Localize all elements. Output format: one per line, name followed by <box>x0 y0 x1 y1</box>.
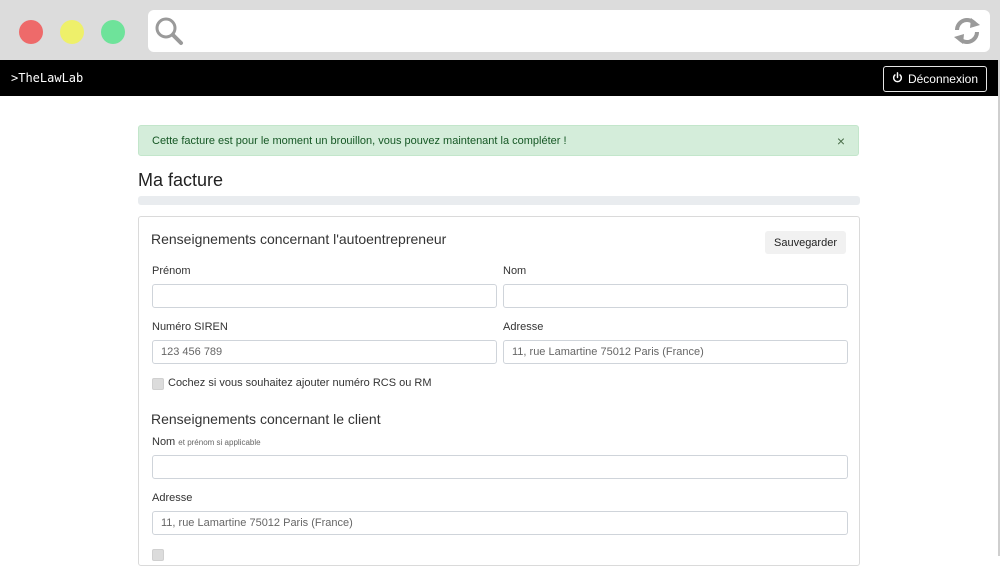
siren-label: Numéro SIREN <box>152 321 228 333</box>
top-navbar: >TheLawLab Déconnexion <box>0 60 998 96</box>
page-title: Ma facture <box>138 170 224 190</box>
client-nom-input[interactable] <box>152 455 848 479</box>
section-client-title: Renseignements concernant le client <box>151 411 381 427</box>
client-nom-hint: et prénom si applicable <box>178 438 261 447</box>
search-icon <box>154 16 184 51</box>
adresse-input[interactable] <box>503 340 848 364</box>
brand-logo[interactable]: >TheLawLab <box>11 71 83 85</box>
browser-chrome <box>0 0 1000 60</box>
save-button[interactable]: Sauvegarder <box>765 231 846 254</box>
rcs-checkbox-label[interactable]: Cochez si vous souhaitez ajouter numéro … <box>168 377 432 389</box>
alert-message: Cette facture est pour le moment un brou… <box>152 135 567 147</box>
client-nom-label: Nom et prénom si applicable <box>152 436 261 448</box>
minimize-window-button[interactable] <box>60 20 84 44</box>
close-icon[interactable]: × <box>837 133 845 149</box>
prenom-input[interactable] <box>152 284 497 308</box>
section-autoentrepreneur-title: Renseignements concernant l'autoentrepre… <box>151 231 447 247</box>
nom-label: Nom <box>503 265 527 277</box>
refresh-icon[interactable] <box>952 15 982 52</box>
adresse-label: Adresse <box>503 321 544 333</box>
client-adresse-input[interactable] <box>152 511 848 535</box>
invoice-form-card: Renseignements concernant l'autoentrepre… <box>138 216 860 566</box>
client-adresse-label: Adresse <box>152 492 193 504</box>
nom-input[interactable] <box>503 284 848 308</box>
close-window-button[interactable] <box>19 20 43 44</box>
prenom-label: Prénom <box>152 265 191 277</box>
address-bar[interactable] <box>148 10 990 52</box>
power-icon <box>892 72 903 86</box>
siren-input[interactable] <box>152 340 497 364</box>
rcs-checkbox[interactable] <box>152 378 164 390</box>
progress-bar <box>138 196 860 205</box>
maximize-window-button[interactable] <box>101 20 125 44</box>
logout-label: Déconnexion <box>907 72 978 86</box>
draft-alert: Cette facture est pour le moment un brou… <box>138 125 859 156</box>
logout-button[interactable]: Déconnexion <box>882 66 987 92</box>
client-checkbox[interactable] <box>152 549 164 561</box>
